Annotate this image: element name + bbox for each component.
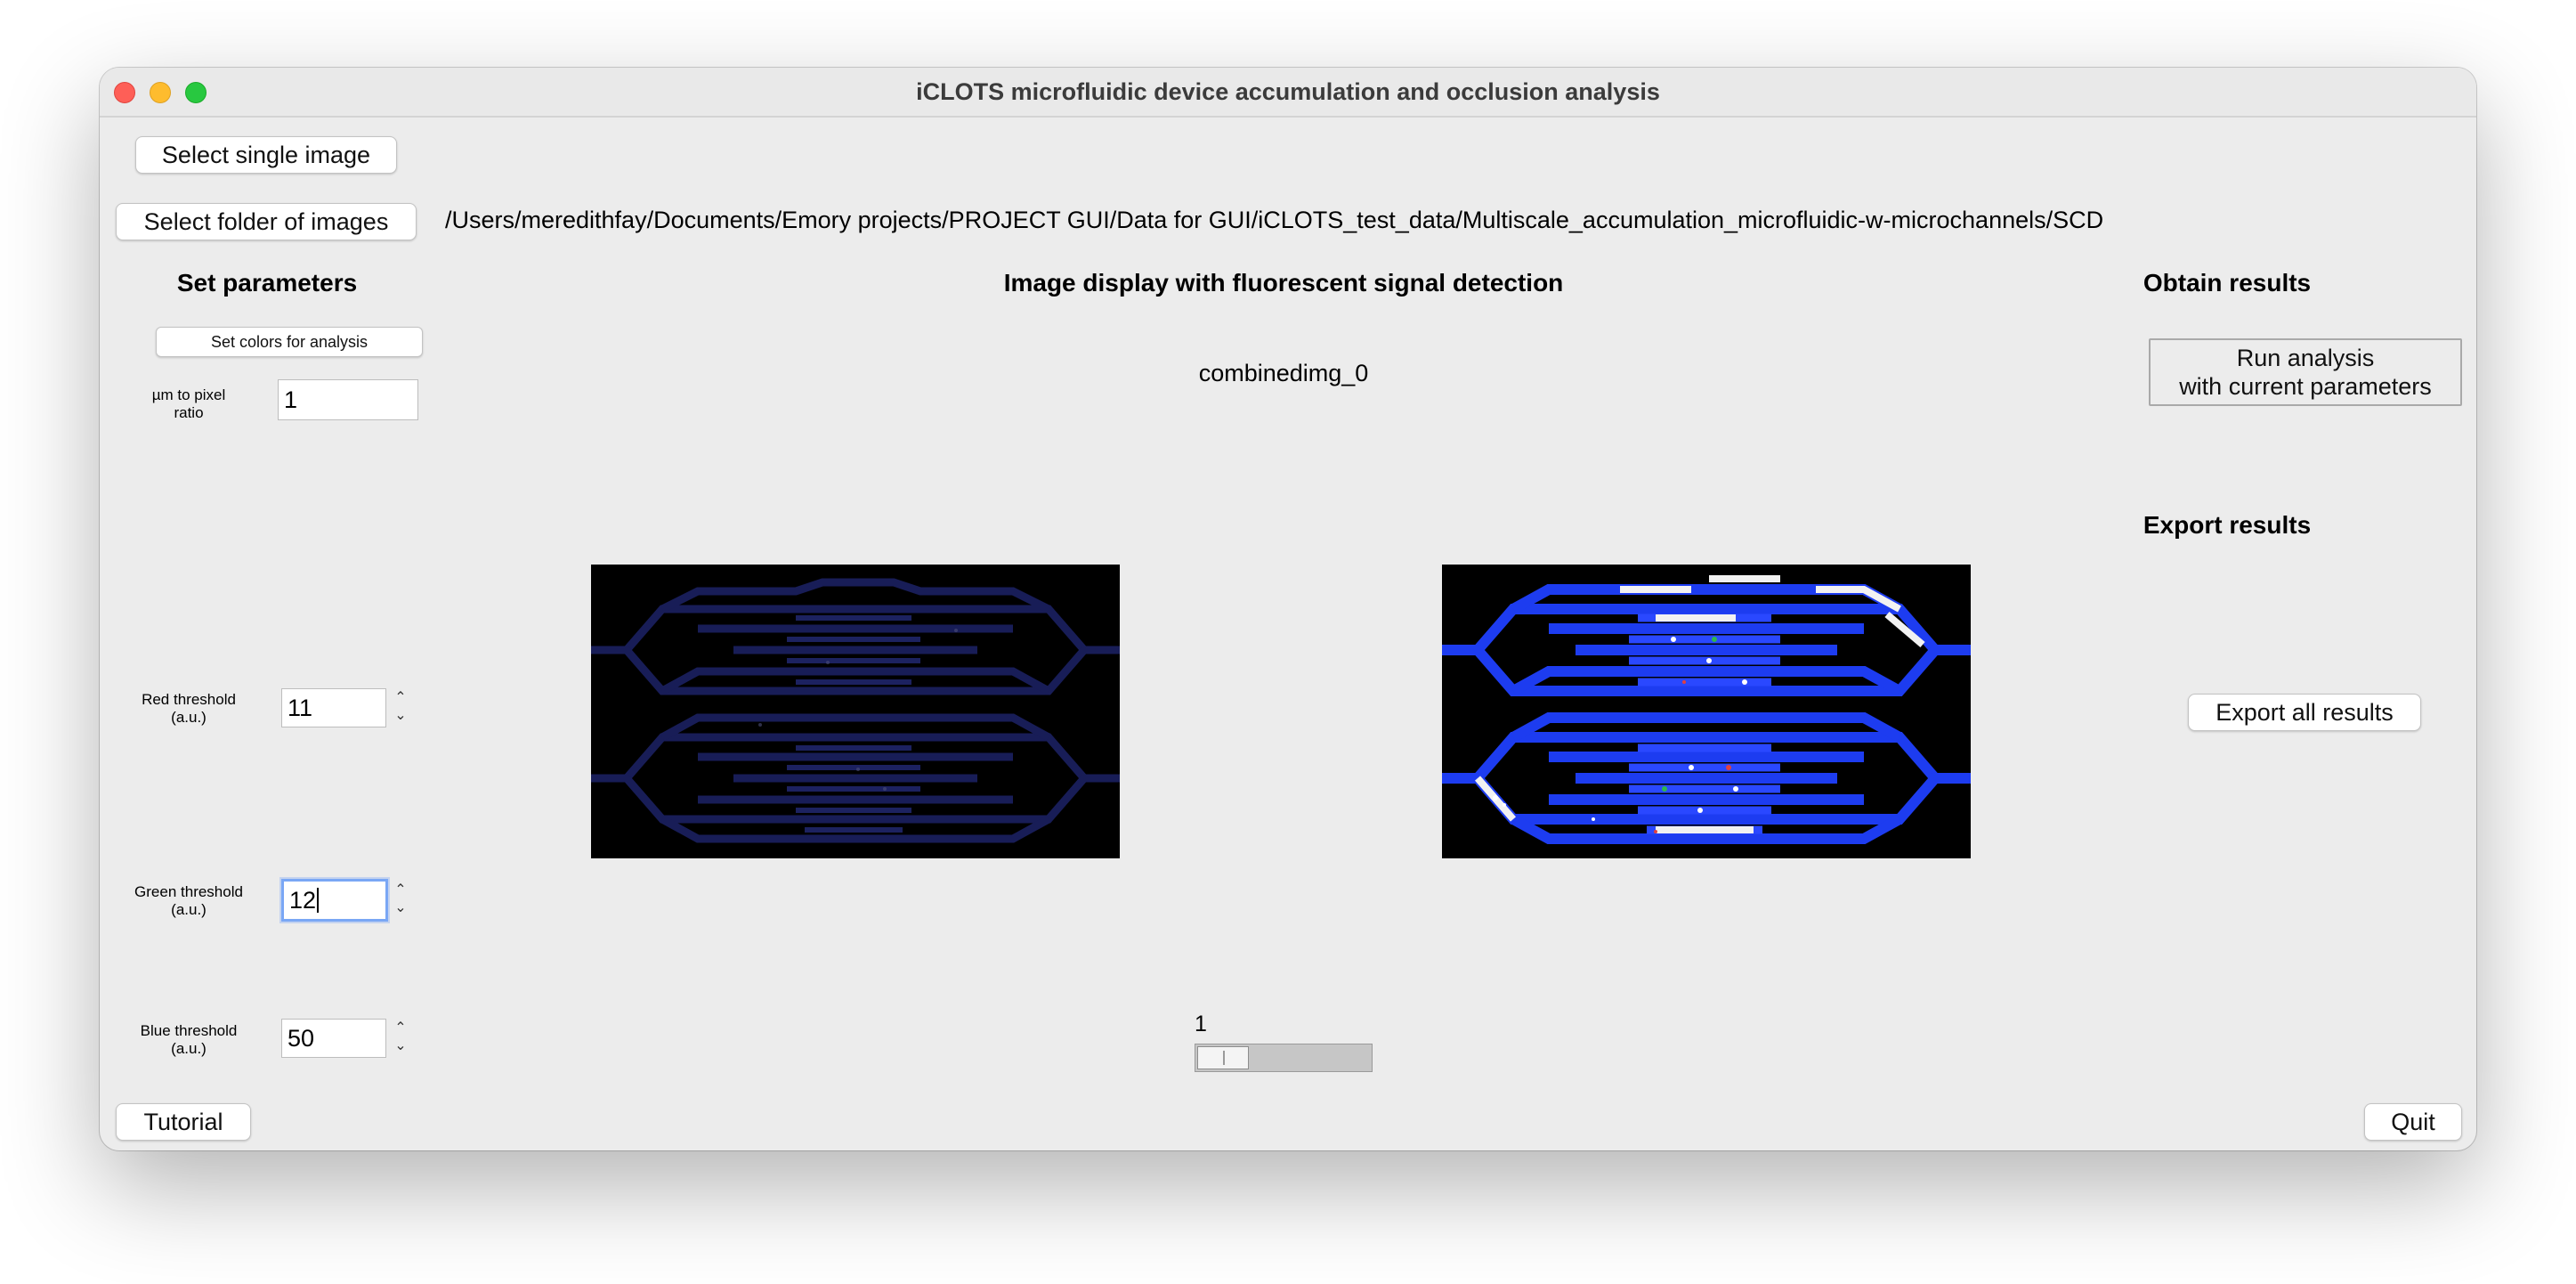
select-folder-button[interactable]: Select folder of images (116, 203, 417, 240)
original-image-graphic (591, 578, 1120, 843)
quit-button[interactable]: Quit (2364, 1103, 2462, 1141)
green-threshold-stepper[interactable]: ⌃ ⌄ (388, 880, 413, 921)
slider-value-label: 1 (1195, 1012, 1207, 1036)
set-parameters-heading: Set parameters (176, 269, 358, 297)
chevron-down-icon[interactable]: ⌄ (394, 1038, 406, 1056)
export-all-results-button[interactable]: Export all results (2188, 694, 2421, 731)
blue-threshold-label: Blue threshold (a.u.) (117, 1022, 260, 1058)
run-analysis-label-line1: Run analysis (2236, 345, 2375, 371)
image-slider-thumb[interactable] (1197, 1046, 1249, 1069)
green-threshold-label: Green threshold (a.u.) (117, 883, 260, 919)
select-single-image-button[interactable]: Select single image (135, 136, 397, 174)
image-slider[interactable] (1195, 1044, 1373, 1072)
um-to-pixel-input[interactable]: 1 (278, 379, 418, 420)
red-threshold-label: Red threshold (a.u.) (117, 691, 260, 727)
blue-threshold-input[interactable]: 50 (281, 1019, 386, 1058)
run-analysis-label-line2: with current parameters (2179, 373, 2432, 400)
set-colors-button[interactable]: Set colors for analysis (156, 327, 423, 357)
tutorial-button[interactable]: Tutorial (116, 1103, 251, 1141)
red-threshold-stepper[interactable]: ⌃ ⌄ (388, 687, 413, 728)
green-threshold-input[interactable]: 12 (281, 879, 388, 922)
run-analysis-button[interactable]: Run analysis with current parameters (2149, 338, 2462, 406)
window-title: iCLOTS microfluidic device accumulation … (916, 78, 1660, 105)
blue-threshold-label-line2: (a.u.) (171, 1040, 207, 1057)
um-to-pixel-label: µm to pixel ratio (126, 386, 251, 422)
text-caret (317, 888, 320, 913)
green-threshold-value: 12 (289, 886, 317, 914)
red-threshold-label-line2: (a.u.) (171, 709, 207, 726)
title-bar[interactable]: iCLOTS microfluidic device accumulation … (100, 68, 2476, 118)
detection-image (1442, 565, 1971, 858)
folder-path-label: /Users/meredithfay/Documents/Emory proje… (445, 207, 2104, 233)
blue-threshold-label-line1: Blue threshold (140, 1022, 238, 1039)
um-to-pixel-label-line1: µm to pixel (151, 386, 226, 403)
green-threshold-label-line1: Green threshold (134, 883, 243, 900)
um-to-pixel-label-line2: ratio (174, 404, 204, 421)
chevron-down-icon[interactable]: ⌄ (394, 900, 406, 918)
blue-threshold-stepper[interactable]: ⌃ ⌄ (388, 1018, 413, 1059)
chevron-up-icon[interactable]: ⌃ (394, 1020, 406, 1038)
export-results-heading: Export results (2143, 511, 2312, 539)
original-image (591, 565, 1120, 858)
chevron-down-icon[interactable]: ⌄ (394, 708, 406, 726)
image-name-label: combinedimg_0 (1198, 360, 1369, 386)
detection-image-graphic (1442, 575, 1971, 844)
red-threshold-input[interactable]: 11 (281, 688, 386, 727)
chevron-up-icon[interactable]: ⌃ (394, 690, 406, 708)
app-window: iCLOTS microfluidic device accumulation … (100, 68, 2476, 1150)
obtain-results-heading: Obtain results (2143, 269, 2312, 297)
green-threshold-label-line2: (a.u.) (171, 901, 207, 918)
red-threshold-label-line1: Red threshold (142, 691, 236, 708)
image-display-heading: Image display with fluorescent signal de… (1003, 269, 1564, 297)
chevron-up-icon[interactable]: ⌃ (394, 882, 406, 900)
